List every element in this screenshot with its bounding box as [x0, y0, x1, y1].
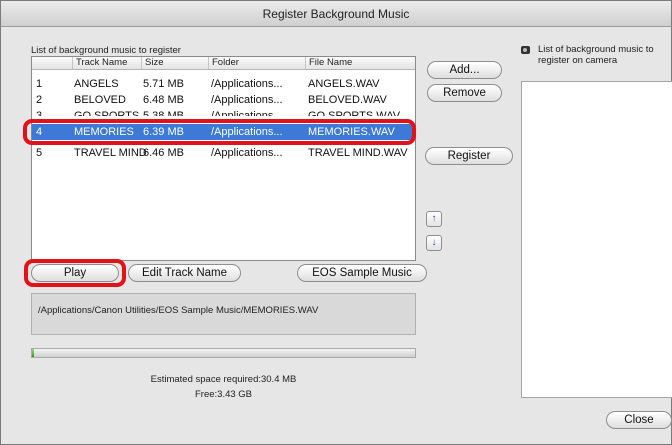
edit-track-name-button[interactable]: Edit Track Name — [128, 264, 241, 282]
camera-list-label-line1: List of background music to — [538, 44, 654, 55]
move-down-icon[interactable]: ↓ — [426, 235, 442, 251]
row-track-name: GO SPORTS — [74, 110, 140, 116]
table-row[interactable]: 2 BELOVED 6.48 MB /Applications... BELOV… — [32, 92, 415, 108]
row-track-name: MEMORIES — [74, 126, 134, 138]
dialog-window: Register Background Music List of backgr… — [0, 0, 672, 445]
row-folder: /Applications... — [211, 78, 283, 90]
capacity-progress-bar — [31, 348, 416, 358]
row-folder: /Applications... — [211, 147, 283, 159]
row-size: 6.46 MB — [143, 147, 184, 159]
row-file-name: GO SPORTS.WAV — [308, 110, 401, 116]
register-button[interactable]: Register — [425, 147, 513, 165]
row-number: 2 — [36, 94, 43, 106]
row-number: 1 — [36, 78, 43, 90]
col-file-name[interactable]: File Name — [305, 57, 352, 69]
row-size: 6.48 MB — [143, 94, 184, 106]
row-folder: /Applications... — [211, 110, 283, 116]
progress-fill — [32, 349, 34, 357]
table-row[interactable]: 1 ANGELS 5.71 MB /Applications... ANGELS… — [32, 76, 415, 92]
row-size: 5.38 MB — [143, 110, 184, 116]
close-button[interactable]: Close — [606, 411, 672, 429]
row-size: 5.71 MB — [143, 78, 184, 90]
row-number: 3 — [36, 110, 43, 116]
row-number: 4 — [36, 126, 43, 138]
camera-music-list[interactable] — [521, 81, 672, 398]
col-track-name[interactable]: Track Name — [72, 57, 127, 69]
row-folder: /Applications... — [211, 126, 283, 138]
file-path-display: /Applications/Canon Utilities/EOS Sample… — [31, 293, 416, 335]
row-file-name: ANGELS.WAV — [308, 78, 380, 90]
row-folder: /Applications... — [211, 94, 283, 106]
row-number: 5 — [36, 147, 43, 159]
move-up-icon[interactable]: ↑ — [426, 211, 442, 227]
eos-sample-music-button[interactable]: EOS Sample Music — [297, 264, 427, 282]
row-file-name: BELOVED.WAV — [308, 94, 387, 106]
row-track-name: BELOVED — [74, 94, 126, 106]
row-track-name: ANGELS — [74, 78, 119, 90]
row-file-name: TRAVEL MIND.WAV — [308, 147, 408, 159]
free-space: Free:3.43 GB — [194, 389, 253, 400]
col-size[interactable]: Size — [141, 57, 163, 69]
add-button[interactable]: Add... — [427, 61, 502, 79]
table-row-selected[interactable]: 4 MEMORIES 6.39 MB /Applications... MEMO… — [32, 124, 415, 140]
estimated-space: Estimated space required:30.4 MB — [150, 374, 297, 385]
camera-list-label-line2: register on camera — [538, 55, 618, 66]
row-file-name: MEMORIES.WAV — [308, 126, 395, 138]
row-track-name: TRAVEL MIND — [74, 147, 147, 159]
camera-icon — [521, 46, 530, 54]
row-size: 6.39 MB — [143, 126, 184, 138]
music-list[interactable]: Track Name Size Folder File Name 1 ANGEL… — [31, 56, 416, 261]
col-folder[interactable]: Folder — [208, 57, 239, 69]
list-label: List of background music to register — [31, 45, 181, 56]
window-title: Register Background Music — [1, 1, 671, 27]
table-row[interactable]: 3 GO SPORTS 5.38 MB /Applications... GO … — [32, 108, 415, 116]
table-row[interactable]: 5 TRAVEL MIND 6.46 MB /Applications... T… — [32, 145, 415, 161]
remove-button[interactable]: Remove — [427, 84, 502, 102]
list-header: Track Name Size Folder File Name — [32, 57, 415, 70]
play-button[interactable]: Play — [31, 264, 119, 282]
